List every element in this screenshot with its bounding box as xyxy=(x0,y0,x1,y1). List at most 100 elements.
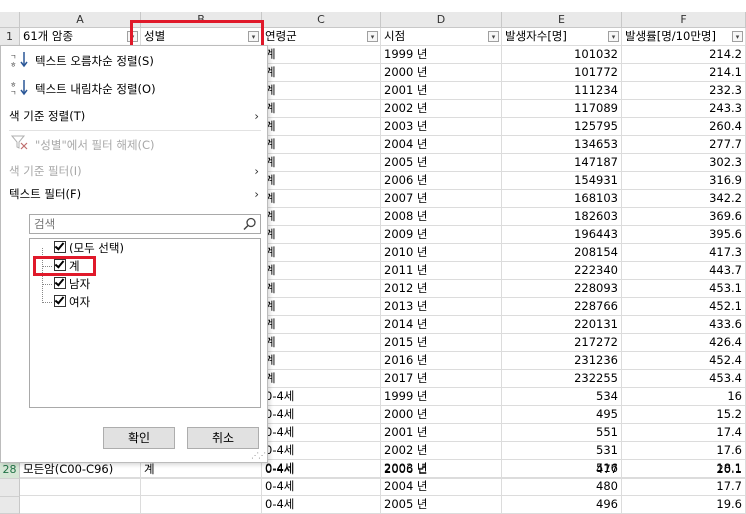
table-cell[interactable]: 220131 xyxy=(502,316,622,334)
table-cell[interactable]: 147187 xyxy=(502,154,622,172)
table-cell[interactable]: 2009 년 xyxy=(381,226,502,244)
table-cell[interactable]: 111234 xyxy=(502,82,622,100)
table-cell[interactable]: 232.3 xyxy=(622,82,746,100)
filter-dropdown-button[interactable]: ▾ xyxy=(732,31,743,42)
filter-option-total[interactable]: 계 xyxy=(54,257,80,275)
table-cell[interactable] xyxy=(141,496,262,514)
table-cell[interactable]: 2001 년 xyxy=(381,82,502,100)
table-cell[interactable]: 2002 년 xyxy=(381,100,502,118)
table-cell[interactable]: 243.3 xyxy=(622,100,746,118)
table-cell[interactable]: 모든암(C00-C96) xyxy=(20,461,141,479)
table-cell[interactable]: 2014 년 xyxy=(381,316,502,334)
column-header-c[interactable]: C xyxy=(262,12,381,28)
table-cell[interactable]: 1999 년 xyxy=(381,46,502,64)
table-cell[interactable]: 20.1 xyxy=(622,461,746,479)
table-cell[interactable]: 260.4 xyxy=(622,118,746,136)
table-cell[interactable]: 2005 년 xyxy=(381,496,502,514)
table-cell[interactable]: 222340 xyxy=(502,262,622,280)
filter-search-input[interactable] xyxy=(29,214,261,234)
filter-dropdown-button[interactable]: ▾ xyxy=(248,31,259,42)
table-cell[interactable]: 496 xyxy=(502,496,622,514)
table-cell[interactable]: 계 xyxy=(262,370,381,388)
table-cell[interactable] xyxy=(141,478,262,496)
table-cell[interactable]: 계 xyxy=(262,280,381,298)
filter-dropdown-button[interactable]: ▾ xyxy=(488,31,499,42)
table-cell[interactable]: 계 xyxy=(262,244,381,262)
table-cell[interactable]: 계 xyxy=(262,208,381,226)
table-cell[interactable]: 계 xyxy=(262,154,381,172)
cancel-button[interactable]: 취소 xyxy=(187,427,259,449)
filter-dropdown-button[interactable]: ▾ xyxy=(127,31,138,42)
table-cell[interactable]: 302.3 xyxy=(622,154,746,172)
table-cell[interactable]: 계 xyxy=(262,334,381,352)
table-cell[interactable]: 계 xyxy=(262,172,381,190)
table-cell[interactable]: 208154 xyxy=(502,244,622,262)
table-cell[interactable]: 2007 년 xyxy=(381,190,502,208)
table-cell[interactable]: 2016 년 xyxy=(381,352,502,370)
table-cell[interactable]: 16 xyxy=(622,388,746,406)
table-cell[interactable]: 0-4세 xyxy=(262,406,381,424)
table-cell[interactable]: 0-4세 xyxy=(262,478,381,496)
table-cell[interactable]: 2013 년 xyxy=(381,298,502,316)
column-header-f[interactable]: F xyxy=(622,12,746,28)
table-cell[interactable]: 426.4 xyxy=(622,334,746,352)
table-cell[interactable]: 2000 년 xyxy=(381,406,502,424)
table-cell[interactable]: 277.7 xyxy=(622,136,746,154)
table-cell[interactable]: 2000 년 xyxy=(381,64,502,82)
table-cell[interactable]: 217272 xyxy=(502,334,622,352)
menu-clear-filter[interactable]: "성별"에서 필터 해제(C) xyxy=(1,134,267,156)
table-cell[interactable]: 0-4세 xyxy=(262,442,381,460)
checkbox-checked[interactable] xyxy=(54,259,66,271)
table-cell[interactable]: 154931 xyxy=(502,172,622,190)
table-cell[interactable]: 433.6 xyxy=(622,316,746,334)
table-cell[interactable]: 2001 년 xyxy=(381,424,502,442)
table-cell[interactable]: 2012 년 xyxy=(381,280,502,298)
table-cell[interactable]: 계 xyxy=(141,461,262,479)
table-cell[interactable]: 101032 xyxy=(502,46,622,64)
table-cell[interactable]: 2015 년 xyxy=(381,334,502,352)
table-cell[interactable]: 계 xyxy=(262,100,381,118)
column-header-a[interactable]: A xyxy=(20,12,141,28)
table-cell[interactable]: 316.9 xyxy=(622,172,746,190)
table-cell[interactable]: 15.2 xyxy=(622,406,746,424)
table-cell[interactable]: 168103 xyxy=(502,190,622,208)
table-cell[interactable] xyxy=(20,496,141,514)
table-cell[interactable]: 477 xyxy=(502,461,622,479)
filter-dropdown-button[interactable]: ▾ xyxy=(367,31,378,42)
menu-text-filter[interactable]: 텍스트 필터(F) › xyxy=(1,183,267,205)
table-cell[interactable]: 480 xyxy=(502,478,622,496)
table-cell[interactable]: 2006 년 xyxy=(381,172,502,190)
menu-sort-by-color[interactable]: 색 기준 정렬(T) › xyxy=(1,105,267,127)
table-cell[interactable]: 0-4세 xyxy=(262,496,381,514)
table-cell[interactable]: 17.7 xyxy=(622,478,746,496)
table-cell[interactable]: 2003 년 xyxy=(381,118,502,136)
table-cell[interactable]: 452.1 xyxy=(622,298,746,316)
table-cell[interactable]: 453.1 xyxy=(622,280,746,298)
table-cell[interactable]: 0-4세 xyxy=(262,388,381,406)
table-cell[interactable]: 2004 년 xyxy=(381,478,502,496)
table-cell[interactable]: 17.4 xyxy=(622,424,746,442)
table-cell[interactable]: 101772 xyxy=(502,64,622,82)
table-cell[interactable]: 228766 xyxy=(502,298,622,316)
column-header-b[interactable]: B xyxy=(141,12,262,28)
filter-option-female[interactable]: 여자 xyxy=(54,293,90,311)
table-cell[interactable]: 228093 xyxy=(502,280,622,298)
column-header-e[interactable]: E xyxy=(502,12,622,28)
table-cell[interactable]: 342.2 xyxy=(622,190,746,208)
table-cell[interactable]: 2008 년 xyxy=(381,208,502,226)
table-cell[interactable]: 계 xyxy=(262,352,381,370)
menu-filter-by-color[interactable]: 색 기준 필터(I) › xyxy=(1,160,267,182)
table-cell[interactable]: 134653 xyxy=(502,136,622,154)
table-cell[interactable]: 계 xyxy=(262,82,381,100)
table-cell[interactable]: 1999 년 xyxy=(381,388,502,406)
ok-button[interactable]: 확인 xyxy=(103,427,175,449)
table-cell[interactable]: 369.6 xyxy=(622,208,746,226)
row-number[interactable]: 1 xyxy=(0,28,20,46)
table-cell[interactable]: 2017 년 xyxy=(381,370,502,388)
table-cell[interactable]: 2004 년 xyxy=(381,136,502,154)
table-cell[interactable]: 계 xyxy=(262,298,381,316)
select-all-corner[interactable] xyxy=(0,12,20,28)
table-cell[interactable]: 214.1 xyxy=(622,64,746,82)
table-cell[interactable]: 2010 년 xyxy=(381,244,502,262)
table-cell[interactable]: 계 xyxy=(262,190,381,208)
